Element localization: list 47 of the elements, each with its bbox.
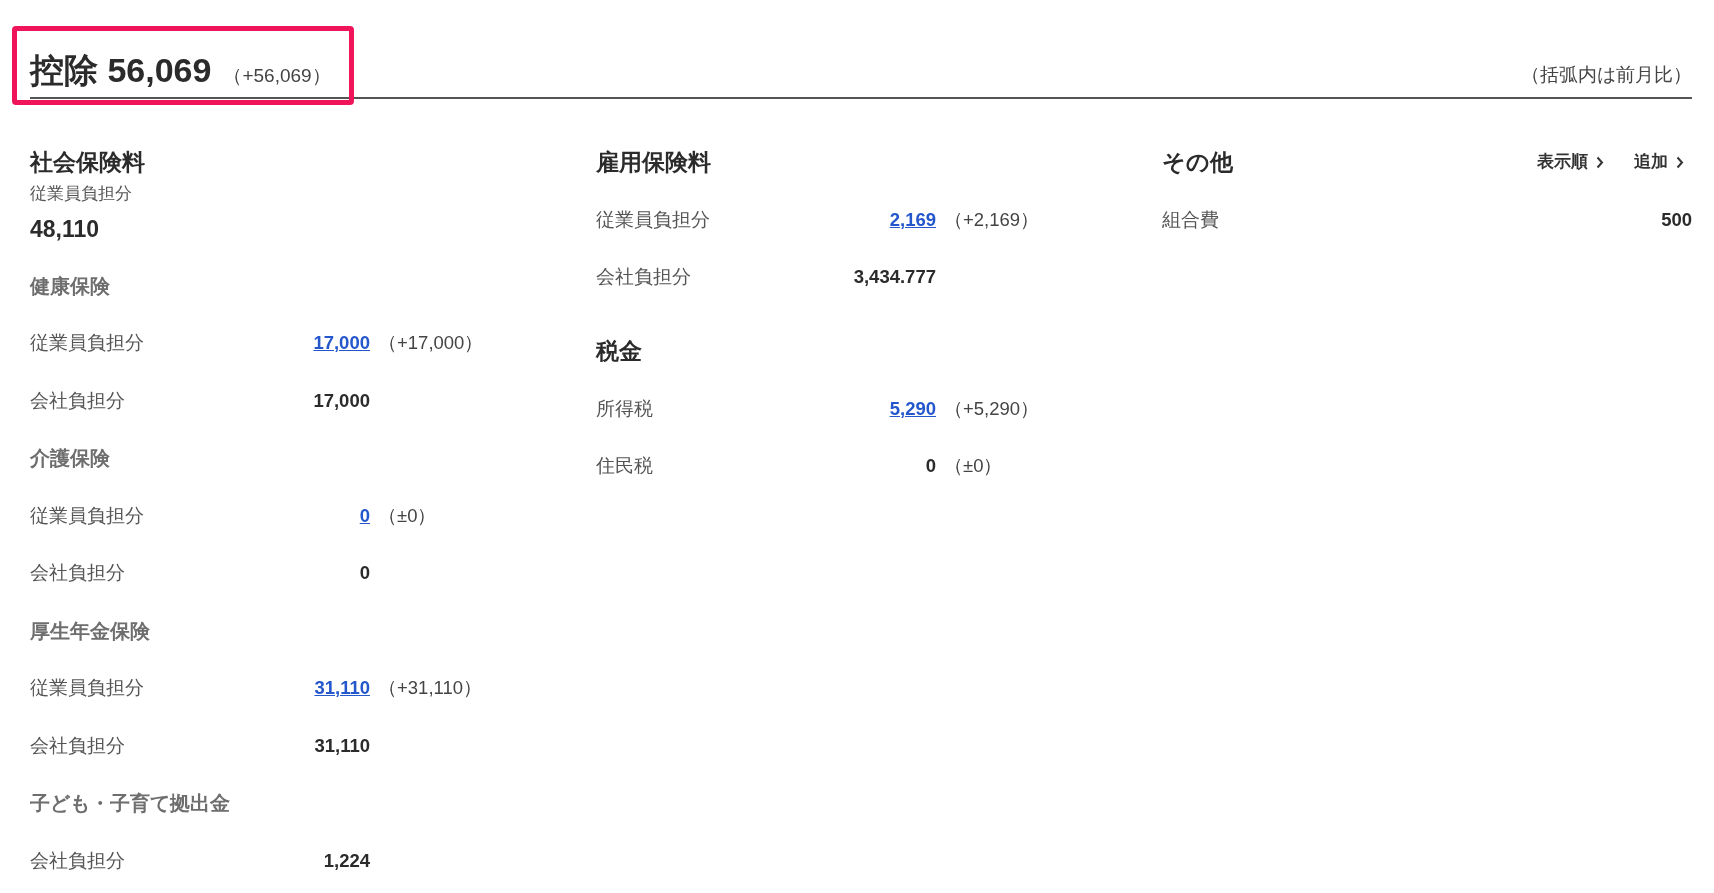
amount-link[interactable]: 5,290 — [836, 394, 936, 423]
item-label: 会社負担分 — [596, 265, 692, 290]
amount-total: 48,110 — [30, 215, 101, 244]
item-label: 会社負担分 — [30, 733, 126, 758]
category-heading: 厚生年金保険 — [30, 618, 151, 644]
amount-link[interactable]: 31,110 — [270, 674, 370, 703]
amount-value: 0 — [358, 561, 370, 586]
item-label: 従業員負担分 — [30, 676, 145, 701]
amount-value: 17,000 — [312, 388, 370, 413]
item-label: 従業員負担分 — [596, 207, 711, 232]
change-amount: （+2,169） — [944, 207, 1040, 232]
item-label: 従業員負担分 — [30, 503, 145, 528]
item-label: 会社負担分 — [30, 388, 126, 413]
category-heading: 健康保険 — [30, 273, 111, 299]
change-amount: （±0） — [378, 503, 437, 528]
section-heading: 雇用保険料 — [596, 148, 711, 177]
item-label: 組合費 — [1162, 207, 1220, 232]
change-amount: （±0） — [944, 454, 1003, 479]
amount-value: 1,224 — [322, 848, 370, 873]
change-amount: （+5,290） — [944, 396, 1040, 421]
chevron-icon — [1596, 155, 1604, 169]
amount-link[interactable]: 0 — [270, 501, 370, 530]
chevron-icon — [1676, 155, 1684, 169]
change-amount: （+17,000） — [378, 331, 484, 356]
item-label: 所得税 — [596, 396, 654, 421]
action-link[interactable]: 追加 — [1634, 147, 1684, 177]
item-label: 会社負担分 — [30, 848, 126, 873]
amount-value: 500 — [1661, 207, 1692, 232]
action-link[interactable]: 表示順 — [1537, 147, 1604, 177]
deduction-total-title: 控除 56,069 — [30, 50, 212, 91]
section-heading: その他 — [1162, 148, 1233, 177]
section-heading: 社会保険料 — [30, 148, 145, 177]
amount-link[interactable]: 2,169 — [836, 205, 936, 234]
comparison-note: （括弧内は前月比） — [1521, 62, 1692, 87]
category-heading: 子ども・子育て拠出金 — [30, 791, 231, 817]
item-label: 従業員負担分 — [30, 331, 145, 356]
amount-value: 3,434.777 — [852, 265, 936, 290]
amount-value: 31,110 — [313, 733, 370, 758]
change-amount: （+56,069） — [223, 64, 331, 88]
item-label: 住民税 — [596, 454, 654, 479]
amount-value: 0 — [924, 454, 936, 479]
amount-link[interactable]: 17,000 — [270, 329, 370, 358]
category-heading: 介護保険 — [30, 446, 111, 472]
section-heading: 税金 — [596, 337, 642, 366]
item-label: 会社負担分 — [30, 561, 126, 586]
change-amount: （+31,110） — [378, 676, 482, 701]
item-label: 従業員負担分 — [30, 183, 133, 205]
